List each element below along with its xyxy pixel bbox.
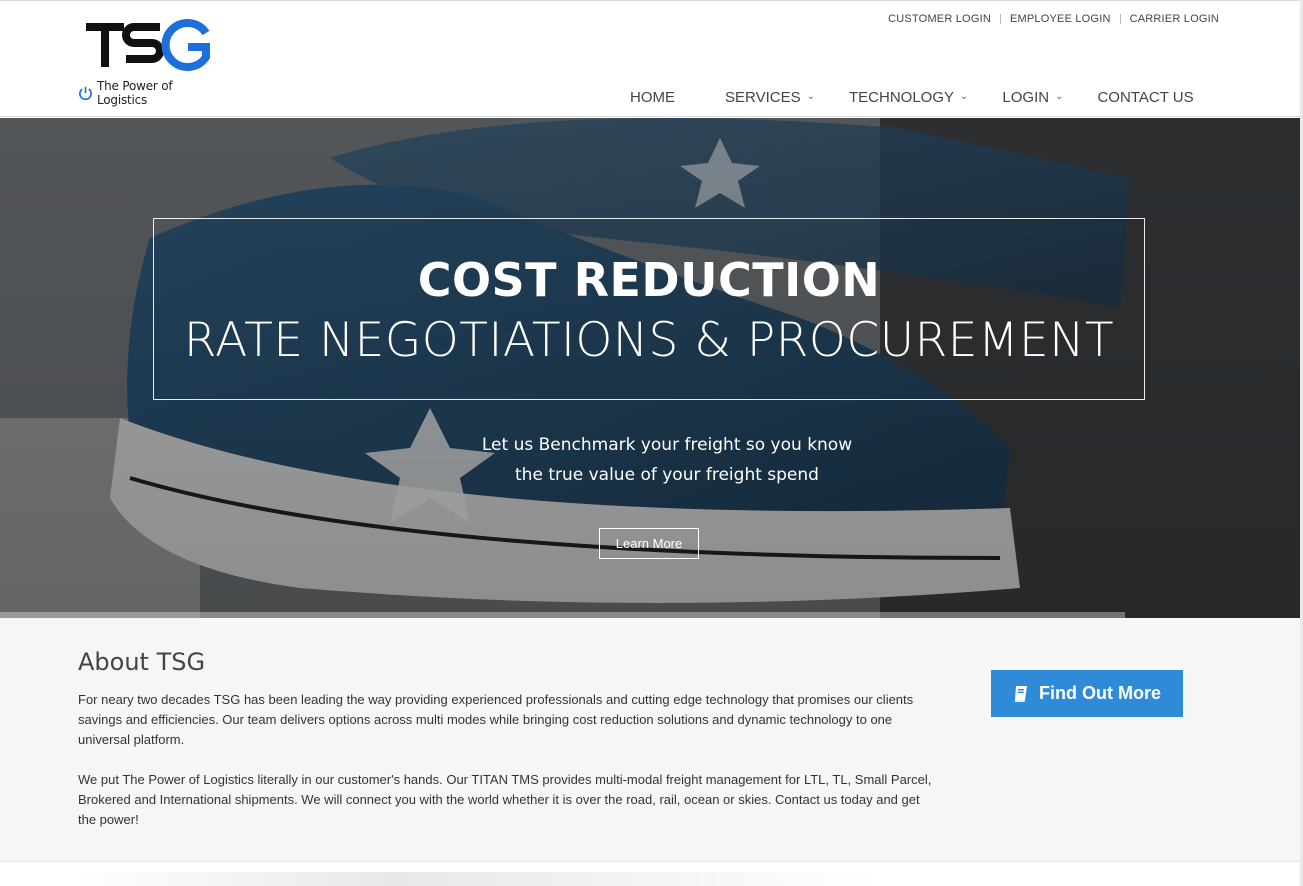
tagline-text: The Power of Logistics [97,79,173,107]
learn-more-button[interactable]: Learn More [599,528,699,559]
nav-home-label: HOME [630,89,675,106]
about-section: About TSG For neary two decades TSG has … [0,618,1303,861]
about-paragraph-1: For neary two decades TSG has been leadi… [78,692,914,747]
tsg-logo-mark [86,19,210,71]
find-out-more-button[interactable]: Find Out More [991,670,1183,717]
nav-home[interactable]: HOME [630,89,675,106]
nav-login[interactable]: LOGIN ⌄ [1002,89,1063,106]
about-paragraph-2: We put The Power of Logistics literally … [78,772,932,827]
nav-services-label: SERVICES [725,89,801,106]
hero-headline-box: COST REDUCTION RATE NEGOTIATIONS & PROCU… [153,218,1145,400]
chevron-down-icon: ⌄ [1055,91,1064,102]
footer-shadow [75,872,875,886]
hero-text-line-2: the true value of your freight spend [515,465,819,485]
carrier-login-link[interactable]: CARRIER LOGIN [1130,13,1219,25]
top-utility-links: CUSTOMER LOGIN EMPLOYEE LOGIN CARRIER LO… [888,13,1219,25]
employee-login-link[interactable]: EMPLOYEE LOGIN [1010,13,1111,25]
power-icon [79,86,92,101]
hero-text-line-1: Let us Benchmark your freight so you kno… [481,435,853,455]
nav-technology[interactable]: TECHNOLOGY ⌄ [849,89,968,106]
about-title: About TSG [78,648,206,676]
main-nav: HOME SERVICES ⌄ TECHNOLOGY ⌄ LOGIN ⌄ CON… [630,89,1194,106]
site-header: The Power of Logistics CUSTOMER LOGIN EM… [0,0,1303,117]
find-out-more-label: Find Out More [1039,683,1161,703]
customer-login-link[interactable]: CUSTOMER LOGIN [888,13,991,25]
nav-login-label: LOGIN [1002,89,1050,106]
book-icon [1014,685,1027,702]
hero-title: COST REDUCTION [417,253,881,307]
tsg-logo[interactable]: The Power of Logistics [78,19,218,107]
hero-slider: COST REDUCTION RATE NEGOTIATIONS & PROCU… [0,118,1303,618]
chevron-down-icon: ⌄ [960,91,969,102]
nav-technology-label: TECHNOLOGY [848,89,954,106]
divider [1119,14,1121,24]
hero-description: Let us Benchmark your freight so you kno… [470,430,864,490]
nav-contact-us[interactable]: CONTACT US [1097,89,1193,106]
divider [999,14,1001,24]
logo-tagline: The Power of Logistics [78,79,218,107]
nav-contact-label: CONTACT US [1097,89,1194,106]
chevron-down-icon: ⌄ [806,91,815,102]
hero-subtitle: RATE NEGOTIATIONS & PROCUREMENT [183,313,1115,368]
nav-services[interactable]: SERVICES ⌄ [725,89,815,106]
